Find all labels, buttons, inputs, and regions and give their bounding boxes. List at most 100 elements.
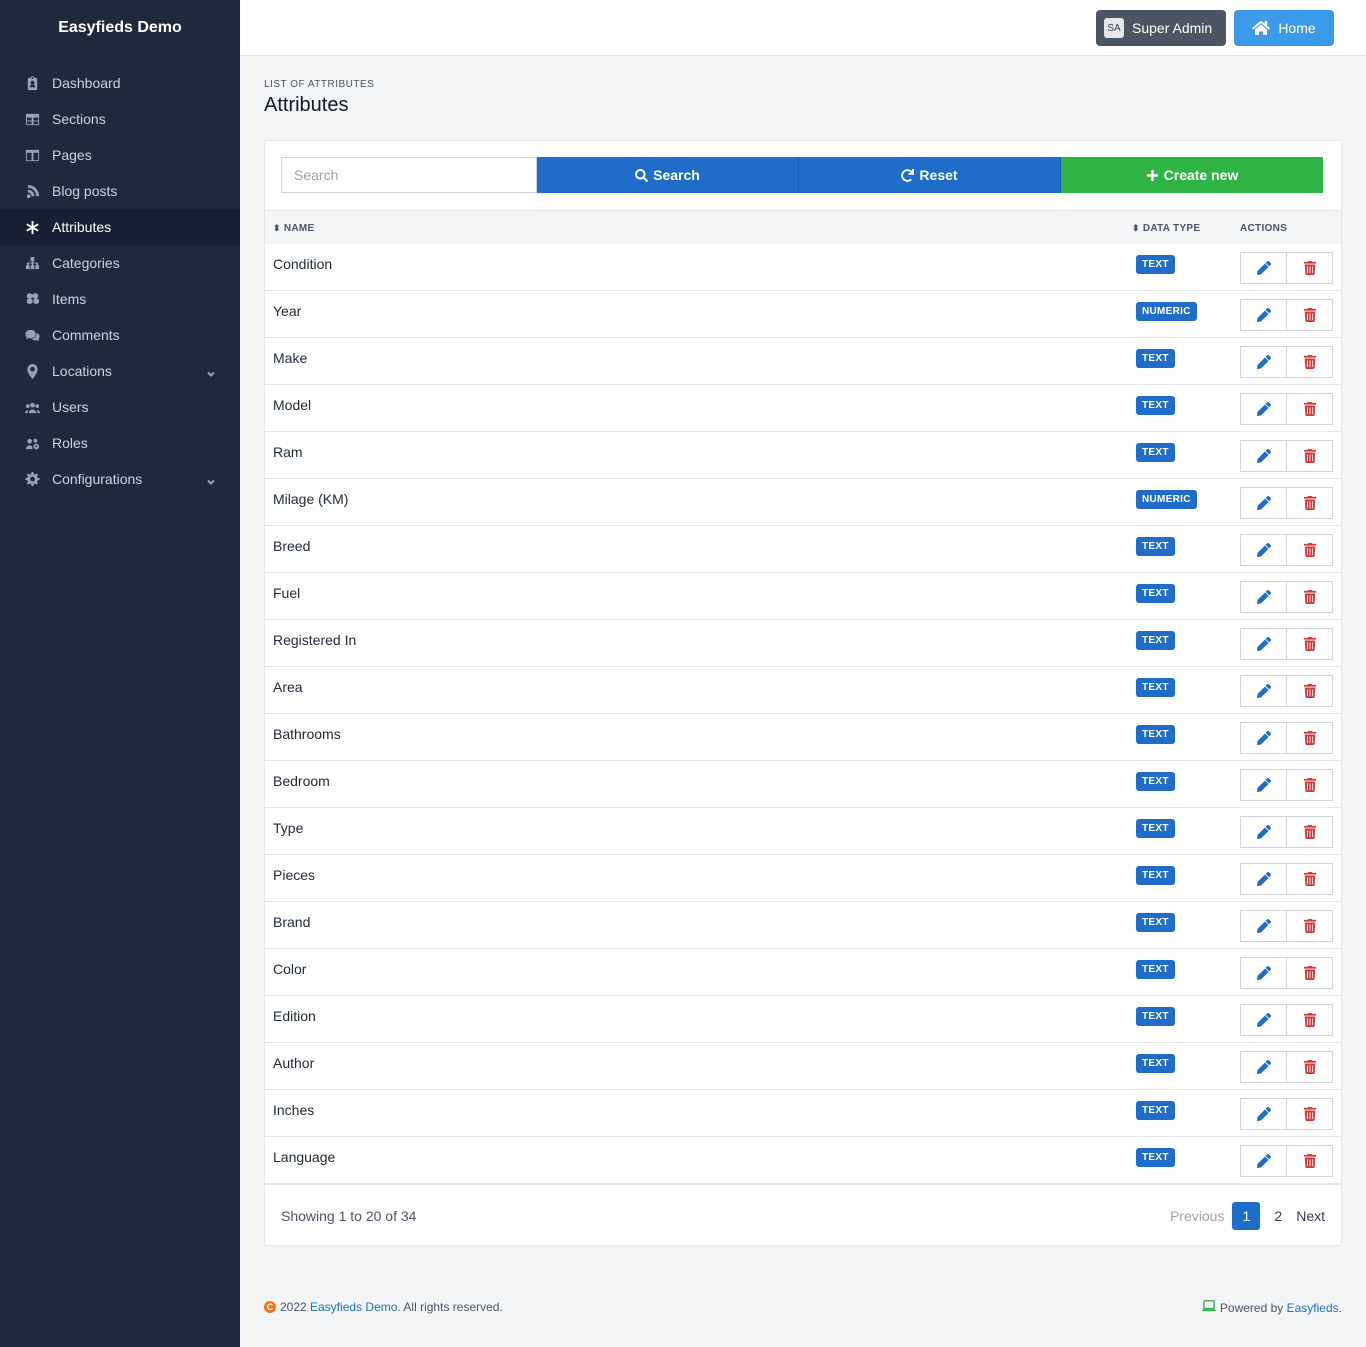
pagination-previous[interactable]: Previous [1170, 1208, 1224, 1224]
sidebar-item-locations[interactable]: Locations [0, 353, 240, 389]
edit-button[interactable] [1240, 957, 1287, 989]
trash-icon [1303, 1107, 1316, 1121]
table-row: Year NUMERIC [265, 291, 1341, 338]
sidebar-item-label: Attributes [52, 219, 112, 235]
pagination-next[interactable]: Next [1296, 1208, 1325, 1224]
edit-button[interactable] [1240, 440, 1287, 472]
delete-button[interactable] [1286, 957, 1333, 989]
footer-powered: Powered by Easyfieds. [1202, 1300, 1342, 1315]
data-type-badge: TEXT [1136, 725, 1175, 744]
delete-button[interactable] [1286, 581, 1333, 613]
pencil-icon [1256, 684, 1271, 698]
edit-button[interactable] [1240, 1145, 1287, 1177]
comments-icon [24, 327, 40, 343]
delete-button[interactable] [1286, 393, 1333, 425]
sidebar-item-blog-posts[interactable]: Blog posts [0, 173, 240, 209]
search-button[interactable]: Search [537, 157, 799, 193]
reset-button[interactable]: Reset [799, 157, 1061, 193]
edit-button[interactable] [1240, 910, 1287, 942]
reset-button-label: Reset [919, 167, 958, 183]
table-row: Make TEXT [265, 338, 1341, 385]
pencil-icon [1256, 261, 1271, 275]
footer-powered-link[interactable]: Easyfieds [1287, 1301, 1339, 1315]
chevron-down-icon[interactable] [206, 366, 216, 382]
delete-button[interactable] [1286, 346, 1333, 378]
delete-button[interactable] [1286, 1098, 1333, 1130]
column-header-data-type[interactable]: ⬍ DATA TYPE [1132, 223, 1200, 234]
pencil-icon [1256, 637, 1271, 651]
chevron-down-icon[interactable] [206, 474, 216, 490]
attribute-name: Year [273, 303, 302, 319]
sidebar-item-users[interactable]: Users [0, 389, 240, 425]
edit-button[interactable] [1240, 816, 1287, 848]
edit-button[interactable] [1240, 534, 1287, 566]
edit-button[interactable] [1240, 1004, 1287, 1036]
data-type-badge: TEXT [1136, 678, 1175, 697]
delete-button[interactable] [1286, 769, 1333, 801]
delete-button[interactable] [1286, 1051, 1333, 1083]
sidebar-item-dashboard[interactable]: Dashboard [0, 65, 240, 101]
pencil-icon [1256, 872, 1271, 886]
edit-button[interactable] [1240, 346, 1287, 378]
delete-button[interactable] [1286, 487, 1333, 519]
delete-button[interactable] [1286, 628, 1333, 660]
sidebar-item-sections[interactable]: Sections [0, 101, 240, 137]
pagination-page-1[interactable]: 1 [1232, 1202, 1261, 1230]
attribute-name: Breed [273, 538, 311, 554]
edit-button[interactable] [1240, 299, 1287, 331]
search-input[interactable] [281, 157, 537, 193]
data-type-badge: TEXT [1136, 819, 1175, 838]
page-pretitle: LIST OF ATTRIBUTES [264, 79, 375, 90]
asterisk-icon [24, 219, 40, 235]
column-header-name[interactable]: ⬍ NAME [273, 223, 315, 234]
data-type-badge: TEXT [1136, 772, 1175, 791]
delete-button[interactable] [1286, 534, 1333, 566]
delete-button[interactable] [1286, 440, 1333, 472]
edit-button[interactable] [1240, 252, 1287, 284]
delete-button[interactable] [1286, 910, 1333, 942]
sidebar-item-configurations[interactable]: Configurations [0, 461, 240, 497]
delete-button[interactable] [1286, 722, 1333, 754]
pencil-icon [1256, 1013, 1271, 1027]
table-row: Brand TEXT [265, 902, 1341, 949]
pencil-icon [1256, 778, 1271, 792]
edit-button[interactable] [1240, 581, 1287, 613]
delete-button[interactable] [1286, 675, 1333, 707]
footer-brand-link[interactable]: Easyfieds Demo [310, 1300, 397, 1314]
edit-button[interactable] [1240, 769, 1287, 801]
column-label: DATA TYPE [1142, 223, 1201, 234]
row-actions [1240, 346, 1333, 378]
attribute-name: Registered In [273, 632, 357, 648]
edit-button[interactable] [1240, 487, 1287, 519]
pagination-page-2[interactable]: 2 [1274, 1208, 1282, 1224]
edit-button[interactable] [1240, 863, 1287, 895]
sidebar-item-comments[interactable]: Comments [0, 317, 240, 353]
delete-button[interactable] [1286, 1145, 1333, 1177]
attribute-name: Area [273, 679, 303, 695]
sidebar-item-items[interactable]: Items [0, 281, 240, 317]
pencil-icon [1256, 355, 1271, 369]
sidebar-item-roles[interactable]: Roles [0, 425, 240, 461]
row-actions [1240, 393, 1333, 425]
user-menu-button[interactable]: SA Super Admin [1096, 10, 1226, 46]
edit-button[interactable] [1240, 1098, 1287, 1130]
edit-button[interactable] [1240, 393, 1287, 425]
home-button[interactable]: Home [1234, 10, 1334, 46]
sidebar-item-categories[interactable]: Categories [0, 245, 240, 281]
delete-button[interactable] [1286, 816, 1333, 848]
delete-button[interactable] [1286, 1004, 1333, 1036]
brand-title[interactable]: Easyfieds Demo [0, 0, 240, 55]
sidebar-item-attributes[interactable]: Attributes [0, 209, 240, 245]
delete-button[interactable] [1286, 299, 1333, 331]
delete-button[interactable] [1286, 863, 1333, 895]
edit-button[interactable] [1240, 628, 1287, 660]
create-new-button[interactable]: Create new [1061, 157, 1323, 193]
edit-button[interactable] [1240, 722, 1287, 754]
row-actions [1240, 722, 1333, 754]
edit-button[interactable] [1240, 675, 1287, 707]
pencil-icon [1256, 308, 1271, 322]
row-actions [1240, 910, 1333, 942]
sidebar-item-pages[interactable]: Pages [0, 137, 240, 173]
delete-button[interactable] [1286, 252, 1333, 284]
edit-button[interactable] [1240, 1051, 1287, 1083]
